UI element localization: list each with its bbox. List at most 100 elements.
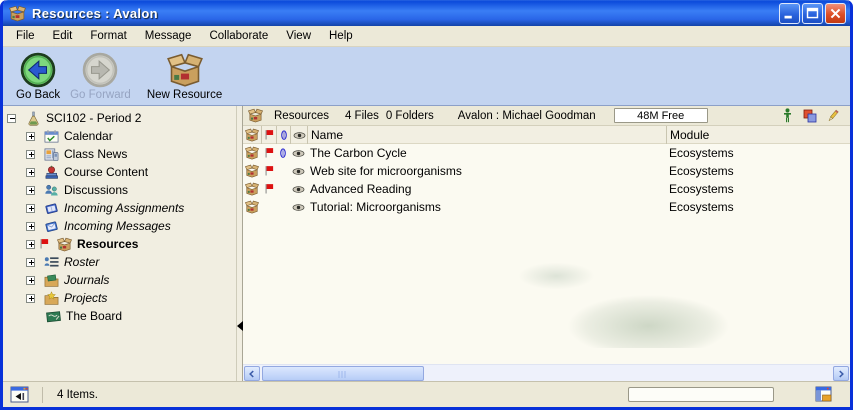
tree-item-course-content[interactable]: Course Content [3, 163, 236, 181]
title-bar[interactable]: Resources : Avalon [3, 0, 850, 26]
file-count: 4 Files [345, 110, 379, 122]
server-user-label: Avalon : Michael Goodman [458, 110, 596, 122]
menu-message[interactable]: Message [136, 28, 201, 44]
resource-box-icon [245, 164, 259, 178]
tree-item-course-root[interactable]: SCI102 - Period 2 [3, 109, 236, 127]
go-forward-button[interactable]: Go Forward [65, 51, 136, 102]
tree-item-projects[interactable]: Projects [3, 289, 236, 307]
visibility-toggle[interactable] [290, 162, 307, 180]
resource-box-icon [248, 108, 263, 123]
free-space-label: 48M Free [637, 110, 684, 122]
roster-icon [44, 255, 59, 270]
resource-box-icon [245, 200, 259, 214]
flag-icon [263, 183, 275, 195]
menu-help[interactable]: Help [320, 28, 362, 44]
toggle-panel-button[interactable] [10, 386, 30, 403]
member-button[interactable] [780, 109, 794, 123]
copy-button[interactable] [803, 109, 817, 123]
resource-name: Tutorial: Microorganisms [307, 198, 666, 216]
tree-item-label: Course Content [64, 165, 148, 179]
close-button[interactable] [825, 3, 846, 24]
go-back-icon [20, 52, 56, 88]
eye-icon [292, 129, 307, 142]
column-name[interactable]: Name [307, 126, 666, 144]
tree-item-journals[interactable]: Journals [3, 271, 236, 289]
maximize-icon [803, 4, 822, 23]
tree-item-discussions[interactable]: Discussions [3, 181, 236, 199]
pencil-icon [826, 109, 840, 123]
panel-splitter[interactable] [236, 106, 243, 381]
expand-expander[interactable] [26, 168, 35, 177]
info-bar: Resources 4 Files 0 Folders Avalon : Mic… [243, 106, 850, 126]
column-header-row: Name Module [243, 126, 850, 144]
expand-expander[interactable] [26, 186, 35, 195]
list-item[interactable]: Web site for microorganisms Ecosystems [243, 162, 850, 180]
tree-item-incoming-messages[interactable]: Incoming Messages [3, 217, 236, 235]
scrollbar-grip [339, 371, 348, 378]
expand-expander[interactable] [26, 204, 35, 213]
menu-format[interactable]: Format [81, 28, 135, 44]
visibility-toggle[interactable] [290, 198, 307, 216]
list-item[interactable]: Advanced Reading Ecosystems [243, 180, 850, 198]
tree-item-the-board[interactable]: The Board [3, 307, 236, 325]
tree-item-roster[interactable]: Roster [3, 253, 236, 271]
list-item[interactable]: The Carbon Cycle Ecosystems [243, 144, 850, 162]
visibility-toggle[interactable] [290, 180, 307, 198]
expand-expander[interactable] [26, 294, 35, 303]
journals-icon [44, 273, 59, 288]
menu-file[interactable]: File [7, 28, 44, 44]
resources-panel: Resources 4 Files 0 Folders Avalon : Mic… [243, 106, 850, 381]
expand-expander[interactable] [26, 258, 35, 267]
app-window: Resources : Avalon File Edit Format Mess… [0, 0, 853, 410]
eye-icon [291, 183, 306, 196]
tree-item-calendar[interactable]: Calendar [3, 127, 236, 145]
minimize-button[interactable] [779, 3, 800, 24]
menu-collaborate[interactable]: Collaborate [200, 28, 277, 44]
minimize-icon [780, 4, 799, 23]
menu-edit[interactable]: Edit [44, 28, 82, 44]
column-flag[interactable] [261, 126, 276, 144]
scroll-right-button[interactable] [833, 366, 849, 381]
resource-name: Advanced Reading [307, 180, 666, 198]
collapse-expander[interactable] [7, 114, 16, 123]
statusbar-divider [42, 387, 43, 403]
flag-icon [263, 165, 275, 177]
eye-icon [291, 201, 306, 214]
go-back-button[interactable]: Go Back [11, 51, 65, 102]
expand-expander[interactable] [26, 150, 35, 159]
tree-item-label: Projects [64, 291, 107, 305]
column-attachment[interactable] [276, 126, 290, 144]
expand-expander[interactable] [26, 240, 35, 249]
resource-box-icon [245, 146, 259, 160]
menu-view[interactable]: View [277, 28, 320, 44]
resource-name: The Carbon Cycle [307, 144, 666, 162]
new-resource-button[interactable]: New Resource [142, 51, 227, 102]
tree-item-label: Incoming Assignments [64, 201, 184, 215]
maximize-button[interactable] [802, 3, 823, 24]
resource-box-icon [57, 237, 72, 252]
flag-icon [38, 238, 50, 250]
expand-expander[interactable] [26, 132, 35, 141]
list-item[interactable]: Tutorial: Microorganisms Ecosystems [243, 198, 850, 216]
column-module[interactable]: Module [666, 126, 850, 144]
go-forward-icon [82, 52, 118, 88]
toolbar: Go Back Go Forward New Resource [3, 47, 850, 106]
horizontal-scrollbar[interactable] [243, 364, 850, 381]
expand-expander[interactable] [26, 276, 35, 285]
scroll-right-arrow-icon [836, 369, 846, 379]
main-area: SCI102 - Period 2 Calendar [3, 106, 850, 381]
tree-item-class-news[interactable]: Class News [3, 145, 236, 163]
column-type[interactable] [243, 126, 261, 144]
panel-tools [780, 109, 844, 123]
tree-item-incoming-assignments[interactable]: Incoming Assignments [3, 199, 236, 217]
folder-count: 0 Folders [386, 110, 434, 122]
window-controls [779, 3, 846, 24]
column-visibility[interactable] [290, 126, 307, 144]
scrollbar-thumb[interactable] [262, 366, 424, 381]
expand-expander[interactable] [26, 222, 35, 231]
visibility-toggle[interactable] [290, 144, 307, 162]
scroll-left-button[interactable] [244, 366, 260, 381]
tree-item-resources[interactable]: Resources [3, 235, 236, 253]
layout-button[interactable] [815, 386, 833, 403]
edit-button[interactable] [826, 109, 840, 123]
